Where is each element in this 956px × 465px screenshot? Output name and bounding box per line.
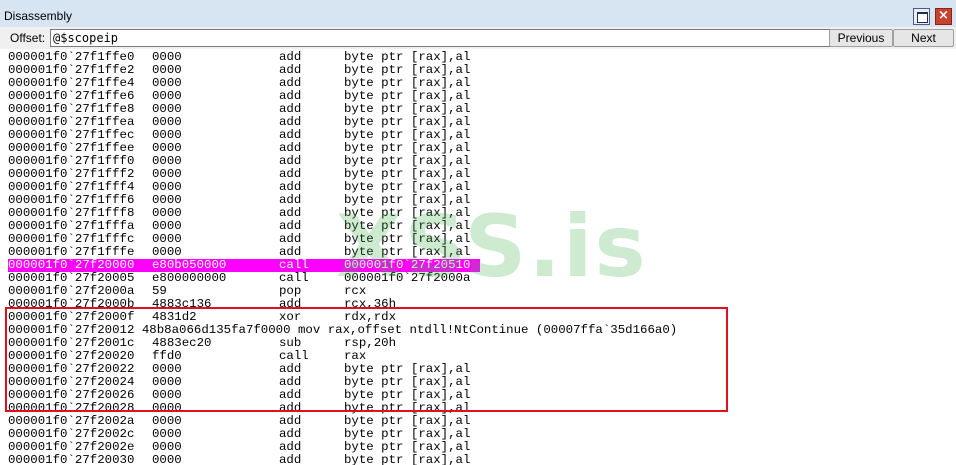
restore-window-glyph bbox=[917, 12, 928, 23]
window-titlebar: Disassembly × bbox=[0, 0, 956, 28]
disassembly-row[interactable]: 000001f0`27f20030 0000 add byte ptr [rax],a… bbox=[8, 454, 480, 465]
close-icon[interactable]: × bbox=[935, 8, 952, 25]
disassembly-listing[interactable]: 000001f0`27f1ffe0 0000 add byte ptr [rax],a… bbox=[0, 49, 956, 465]
mnemonic: add bbox=[279, 453, 302, 465]
previous-button[interactable]: Previous bbox=[829, 29, 893, 47]
opcode-bytes: 0000 bbox=[152, 453, 182, 465]
next-button[interactable]: Next bbox=[893, 29, 954, 47]
address: 000001f0`27f20030 bbox=[8, 453, 135, 465]
offset-input[interactable]: @$scopeip bbox=[50, 29, 831, 47]
restore-window-icon[interactable] bbox=[913, 8, 930, 25]
operands: byte ptr [rax],al bbox=[344, 453, 471, 465]
disassembly-rows: 000001f0`27f1ffe0 0000 add byte ptr [rax],a… bbox=[8, 51, 677, 465]
offset-label: Offset: bbox=[10, 31, 46, 45]
window-title: Disassembly bbox=[4, 9, 73, 23]
offset-toolbar: Offset: @$scopeip Previous Next bbox=[0, 27, 956, 49]
